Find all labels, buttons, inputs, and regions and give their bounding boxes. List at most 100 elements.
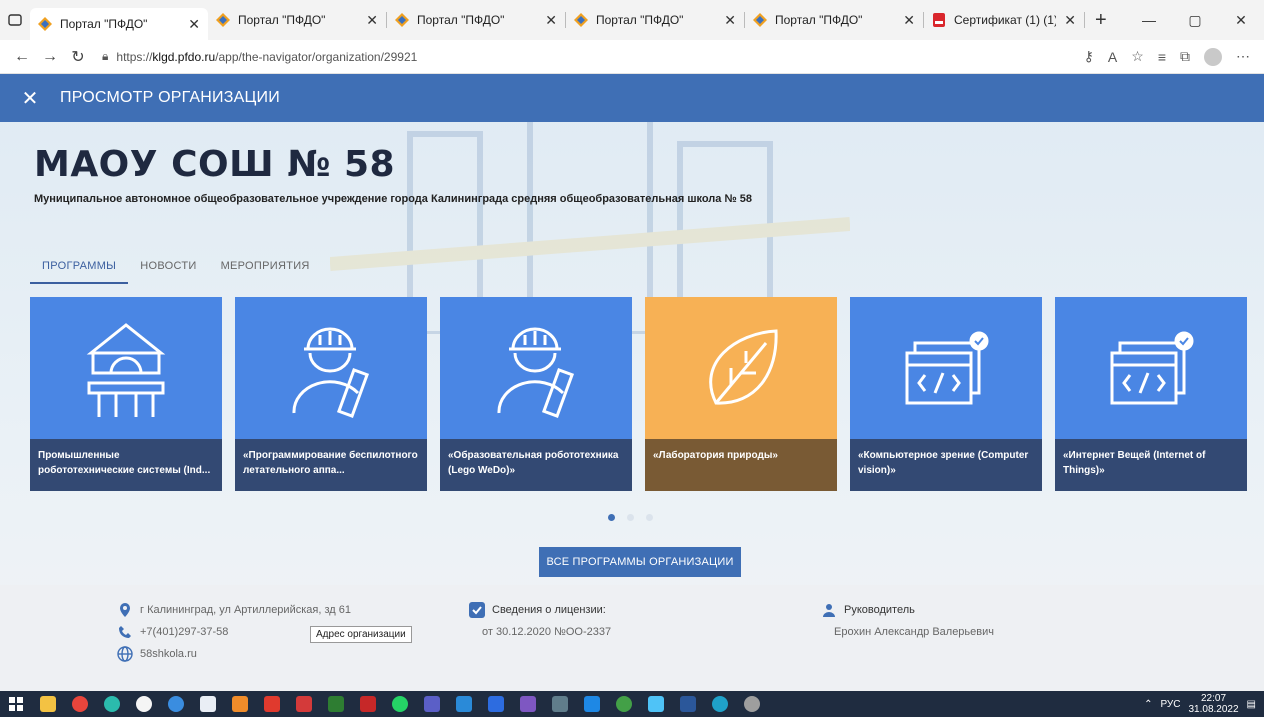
tab-events[interactable]: МЕРОПРИЯТИЯ xyxy=(209,254,322,284)
tab-title: Сертификат (1) (1).pdf xyxy=(954,13,1056,27)
app-icon[interactable] xyxy=(288,691,320,717)
app-icon[interactable] xyxy=(352,691,384,717)
carousel-dot[interactable] xyxy=(646,514,653,521)
chrome-icon[interactable] xyxy=(64,691,96,717)
director-name: Ерохин Александр Валерьевич xyxy=(834,626,994,638)
workspaces-icon[interactable] xyxy=(0,0,30,40)
browser-tab-3[interactable]: Портал "ПФДО" ✕ xyxy=(387,4,565,36)
notifications-icon[interactable]: ▤ xyxy=(1247,699,1256,710)
browser-tab-2[interactable]: Портал "ПФДО" ✕ xyxy=(208,4,386,36)
back-icon[interactable]: ← xyxy=(8,48,36,66)
browser-tab-5[interactable]: Портал "ПФДО" ✕ xyxy=(745,4,923,36)
app-icon[interactable] xyxy=(640,691,672,717)
app-icon[interactable] xyxy=(736,691,768,717)
program-card-title: «Программирование беспилотного летательн… xyxy=(235,439,427,491)
engineer-icon xyxy=(497,327,575,418)
url-field[interactable]: 🔒︎ https://klgd.pfdo.ru/app/the-navigato… xyxy=(102,49,417,64)
restore-icon[interactable]: ▢ xyxy=(1172,12,1218,29)
start-icon[interactable] xyxy=(0,691,32,717)
language-indicator[interactable]: РУС xyxy=(1160,699,1180,710)
close-tab-icon[interactable]: ✕ xyxy=(188,16,200,33)
new-tab-icon[interactable]: + xyxy=(1085,9,1117,32)
favorite-star-icon[interactable]: ☆ xyxy=(1131,48,1144,65)
page-header: ✕ ПРОСМОТР ОРГАНИЗАЦИИ xyxy=(0,74,1264,122)
favorites-list-icon[interactable]: ≡ xyxy=(1158,49,1166,65)
engineer-icon xyxy=(292,327,370,418)
program-card[interactable]: «Программирование беспилотного летательн… xyxy=(235,297,427,491)
close-tab-icon[interactable]: ✕ xyxy=(545,12,557,29)
key-icon[interactable]: ⚷ xyxy=(1084,48,1094,65)
program-card[interactable]: «Образовательная робототехника (Lego WeD… xyxy=(440,297,632,491)
clock-date: 31.08.2022 xyxy=(1188,704,1239,715)
organization-name: МАОУ СОШ № 58 xyxy=(34,144,396,185)
word-icon[interactable] xyxy=(672,691,704,717)
window-controls: — ▢ ✕ xyxy=(1126,12,1264,29)
whatsapp-icon[interactable] xyxy=(384,691,416,717)
clock[interactable]: 22:07 31.08.2022 xyxy=(1188,693,1238,715)
tab-title: Портал "ПФДО" xyxy=(60,17,148,31)
browser-tab-4[interactable]: Портал "ПФДО" ✕ xyxy=(566,4,744,36)
photos-icon[interactable] xyxy=(576,691,608,717)
app-icon[interactable] xyxy=(192,691,224,717)
app-icon[interactable] xyxy=(224,691,256,717)
close-tab-icon[interactable]: ✕ xyxy=(724,12,736,29)
app-icon[interactable] xyxy=(256,691,288,717)
tab-title: Портал "ПФДО" xyxy=(417,13,505,27)
app-icon[interactable] xyxy=(608,691,640,717)
calculator-icon[interactable] xyxy=(544,691,576,717)
app-icon[interactable] xyxy=(160,691,192,717)
program-card[interactable]: «Интернет Вещей (Internet of Things)» xyxy=(1055,297,1247,491)
refresh-icon[interactable]: ↻ xyxy=(64,47,92,67)
carousel-dot[interactable] xyxy=(627,514,634,521)
tray-chevron-icon[interactable]: ⌃ xyxy=(1144,699,1152,710)
url-path: /app/the-navigator/organization/29921 xyxy=(215,49,418,64)
app-icon[interactable] xyxy=(96,691,128,717)
collections-icon[interactable]: ⧉ xyxy=(1180,48,1190,65)
read-aloud-icon[interactable]: A xyxy=(1108,49,1117,65)
license-value: от 30.12.2020 №ОО-2337 xyxy=(482,626,612,638)
program-card[interactable]: Промышленные робототехнические системы (… xyxy=(30,297,222,491)
globe-icon xyxy=(116,646,134,662)
site-favicon-icon xyxy=(216,13,230,27)
tab-programs[interactable]: ПРОГРАММЫ xyxy=(30,254,129,284)
organization-address[interactable]: г Калининград, ул Артиллерийская, зд 61 xyxy=(140,604,351,616)
program-card[interactable]: «Лаборатория природы» xyxy=(645,297,837,491)
app-icon[interactable] xyxy=(512,691,544,717)
all-programs-button[interactable]: ВСЕ ПРОГРАММЫ ОРГАНИЗАЦИИ xyxy=(539,547,741,577)
close-window-icon[interactable]: ✕ xyxy=(1218,12,1264,29)
app-icon[interactable] xyxy=(320,691,352,717)
lock-icon[interactable]: 🔒︎ xyxy=(102,49,108,64)
minimize-icon[interactable]: — xyxy=(1126,12,1172,29)
program-card-title: «Лаборатория природы» xyxy=(645,439,837,491)
site-favicon-icon xyxy=(753,13,767,27)
profile-avatar[interactable] xyxy=(1204,47,1222,66)
program-card[interactable]: «Компьютерное зрение (Computer vision)» xyxy=(850,297,1042,491)
program-card-title: «Интернет Вещей (Internet of Things)» xyxy=(1055,439,1247,491)
building-icon xyxy=(86,323,166,417)
close-tab-icon[interactable]: ✕ xyxy=(366,12,378,29)
url-domain: klgd.pfdo.ru xyxy=(152,49,216,64)
teams-icon[interactable] xyxy=(416,691,448,717)
director-label: Руководитель xyxy=(844,604,915,616)
browser-tab-strip: Портал "ПФДО" ✕ Портал "ПФДО" ✕ Портал "… xyxy=(0,0,1264,40)
organization-phone[interactable]: +7(401)297-37-58 xyxy=(140,626,228,638)
file-explorer-icon[interactable] xyxy=(32,691,64,717)
carousel-dot[interactable] xyxy=(608,514,615,521)
more-menu-icon[interactable]: ⋯ xyxy=(1236,48,1250,65)
close-tab-icon[interactable]: ✕ xyxy=(903,12,915,29)
edge-icon[interactable] xyxy=(704,691,736,717)
forward-icon[interactable]: → xyxy=(36,48,64,66)
organization-website[interactable]: 58shkola.ru xyxy=(140,648,197,660)
browser-tab-6[interactable]: Сертификат (1) (1).pdf ✕ xyxy=(924,4,1084,36)
tab-news[interactable]: НОВОСТИ xyxy=(128,254,208,284)
tab-title: Портал "ПФДО" xyxy=(238,13,326,27)
address-bar: ← → ↻ 🔒︎ https://klgd.pfdo.ru/app/the-na… xyxy=(0,40,1264,74)
app-icon[interactable] xyxy=(448,691,480,717)
section-tabs: ПРОГРАММЫ НОВОСТИ МЕРОПРИЯТИЯ xyxy=(30,254,322,284)
close-icon[interactable]: ✕ xyxy=(0,86,60,111)
tab-title: Портал "ПФДО" xyxy=(775,13,863,27)
close-tab-icon[interactable]: ✕ xyxy=(1064,12,1076,29)
app-icon[interactable] xyxy=(480,691,512,717)
browser-tab-1[interactable]: Портал "ПФДО" ✕ xyxy=(30,8,208,40)
app-icon[interactable] xyxy=(128,691,160,717)
